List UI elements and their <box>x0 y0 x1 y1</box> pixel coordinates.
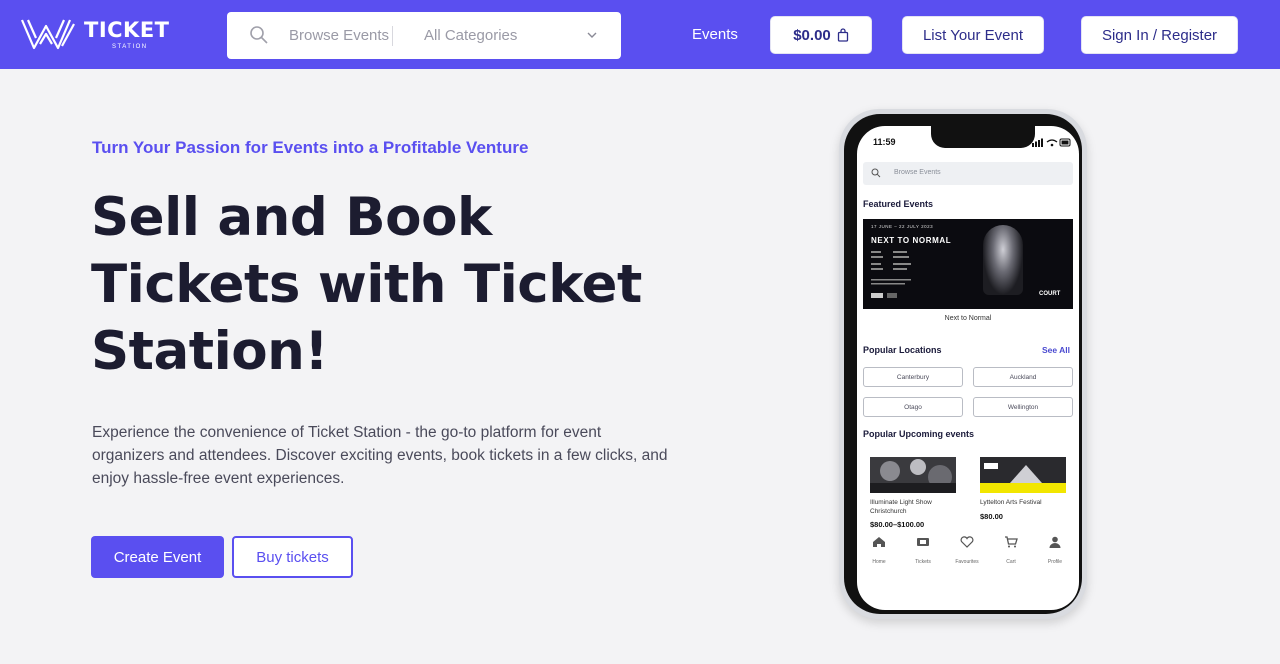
logo-subtext: STATION <box>112 44 148 50</box>
phone-mockup: 11:59 Browse Events Featured Events 17 J… <box>839 109 1087 619</box>
top-nav-bar: TICKET STATION All Categories Events $0.… <box>0 0 1280 69</box>
featured-event-caption: Next to Normal <box>944 315 992 322</box>
chevron-down-icon[interactable] <box>586 29 598 41</box>
logo-text: TICKET <box>84 18 170 42</box>
tab-home[interactable]: Home <box>857 530 901 568</box>
tab-tickets[interactable]: Tickets <box>901 530 945 568</box>
location-chip-auckland[interactable]: Auckland <box>973 367 1073 387</box>
event-price: $80.00–$100.00 <box>870 520 925 529</box>
tab-label: Profile <box>1047 559 1063 565</box>
search-input[interactable] <box>289 27 399 44</box>
phone-search-placeholder: Browse Events <box>894 169 941 176</box>
hero-description: Experience the convenience of Ticket Sta… <box>92 424 668 487</box>
banner-title: NEXT TO NORMAL <box>871 236 952 245</box>
featured-event-banner[interactable]: 17 JUNE – 22 JULY 2023 NEXT TO NORMAL CO… <box>863 219 1073 309</box>
sign-in-register-button[interactable]: Sign In / Register <box>1081 16 1238 54</box>
tab-label: Cart <box>1006 559 1016 565</box>
ticket-icon <box>917 538 929 546</box>
nav-events-link[interactable]: Events <box>692 26 738 43</box>
search-icon <box>871 168 881 178</box>
logo-mark-icon <box>20 19 75 50</box>
location-chip-otago[interactable]: Otago <box>863 397 963 417</box>
ticket-station-logo[interactable]: TICKET STATION <box>20 14 170 56</box>
search-divider <box>392 26 393 46</box>
tab-label: Home <box>872 559 886 565</box>
phone-bezel: 11:59 Browse Events Featured Events 17 J… <box>844 114 1082 614</box>
tab-label: Favourites <box>955 559 979 565</box>
create-event-button[interactable]: Create Event <box>91 536 224 578</box>
phone-screen: 11:59 Browse Events Featured Events 17 J… <box>857 126 1079 610</box>
heart-icon <box>960 536 974 548</box>
see-all-link[interactable]: See All <box>1042 345 1070 355</box>
tab-label: Tickets <box>915 559 931 565</box>
hero-title: Sell and Book Tickets with Ticket Statio… <box>91 187 642 382</box>
banner-portrait <box>983 225 1023 295</box>
event-price: $80.00 <box>980 512 1003 521</box>
event-title: Lyttelton Arts Festival <box>980 499 1042 506</box>
banner-credits-graphic <box>871 251 911 298</box>
hero-tagline: Turn Your Passion for Events into a Prof… <box>92 138 529 157</box>
cart-icon <box>1005 536 1018 548</box>
phone-search-bar[interactable]: Browse Events <box>863 162 1073 185</box>
home-icon <box>873 537 885 547</box>
search-icon[interactable] <box>249 25 269 45</box>
list-your-event-button[interactable]: List Your Event <box>902 16 1044 54</box>
banner-venue-logo: COURT <box>1039 291 1061 297</box>
phone-time: 11:59 <box>873 137 896 147</box>
category-select[interactable]: All Categories <box>424 27 517 44</box>
phone-tab-bar: Home Tickets Favourites Cart Profile <box>857 530 1079 570</box>
tab-profile[interactable]: Profile <box>1033 530 1077 568</box>
cart-total: $0.00 <box>793 26 831 44</box>
event-thumbnail-illuminate[interactable] <box>870 457 956 493</box>
cart-button[interactable]: $0.00 <box>770 16 872 54</box>
location-chip-canterbury[interactable]: Canterbury <box>863 367 963 387</box>
phone-notch <box>931 126 1035 148</box>
shopping-bag-icon <box>837 28 848 42</box>
featured-events-heading: Featured Events <box>863 199 934 209</box>
search-bar: All Categories <box>227 12 621 59</box>
event-thumbnail-lyttelton[interactable] <box>980 457 1066 493</box>
tab-cart[interactable]: Cart <box>989 530 1033 568</box>
event-title: Illuminate Light Show Christchurch <box>870 499 932 515</box>
popular-upcoming-heading: Popular Upcoming events <box>863 429 975 439</box>
profile-icon <box>1049 536 1061 548</box>
banner-date: 17 JUNE – 22 JULY 2023 <box>871 224 934 229</box>
popular-locations-heading: Popular Locations <box>863 345 942 355</box>
status-bar-icons <box>1032 138 1071 147</box>
buy-tickets-button[interactable]: Buy tickets <box>232 536 353 578</box>
tab-favourites[interactable]: Favourites <box>945 530 989 568</box>
location-chip-wellington[interactable]: Wellington <box>973 397 1073 417</box>
